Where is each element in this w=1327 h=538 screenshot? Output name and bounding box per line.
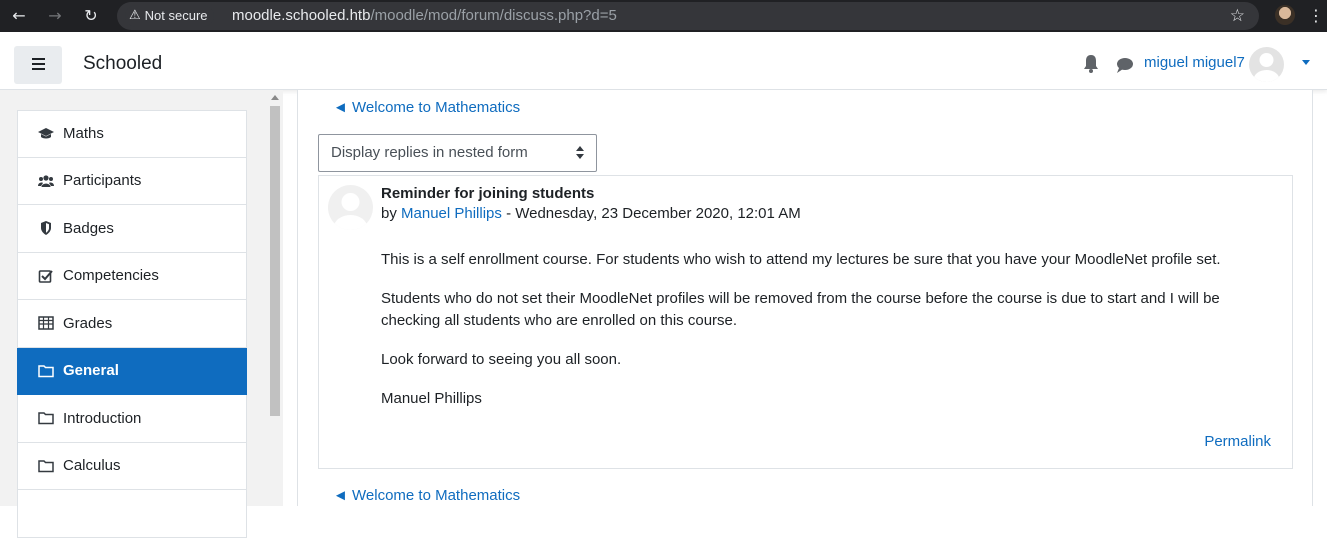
browser-toolbar: ← → ↻ ⚠ Not secure moodle.schooled.htb/m…: [0, 0, 1327, 32]
course-nav-list: Maths Participants Badges Competencies G…: [17, 110, 247, 538]
folder-icon: [38, 412, 54, 425]
address-bar[interactable]: ⚠ Not secure moodle.schooled.htb/moodle/…: [117, 2, 1259, 30]
nav-item-label: General: [63, 362, 119, 380]
chat-icon[interactable]: [1116, 56, 1134, 74]
default-user-icon: [1253, 53, 1280, 82]
user-menu-caret-icon[interactable]: [1302, 60, 1310, 65]
post-signature: Manuel Phillips: [381, 390, 482, 407]
permalink-link[interactable]: Permalink: [1204, 433, 1271, 450]
security-label: Not secure: [144, 8, 208, 23]
nav-item-participants[interactable]: Participants: [17, 157, 247, 205]
hamburger-icon-line: [32, 68, 45, 70]
nav-item-label: Participants: [63, 172, 142, 190]
post-byline: by Manuel Phillips - Wednesday, 23 Decem…: [381, 205, 801, 222]
user-menu-name[interactable]: miguel miguel7: [1144, 54, 1245, 71]
nav-item-partial[interactable]: [17, 490, 247, 538]
bookmark-star-icon[interactable]: ☆: [1230, 5, 1245, 27]
nav-item-competencies[interactable]: Competencies: [17, 252, 247, 300]
nav-item-introduction[interactable]: Introduction: [17, 395, 247, 443]
browser-menu-icon[interactable]: ⋮: [1308, 5, 1324, 27]
drawer-scroll-thumb[interactable]: [270, 106, 280, 416]
nav-drawer: Maths Participants Badges Competencies G…: [0, 90, 283, 538]
default-user-icon: [333, 193, 368, 230]
user-avatar[interactable]: [1249, 47, 1284, 82]
folder-icon: [38, 365, 54, 377]
nav-item-label: Competencies: [63, 267, 159, 285]
users-icon: [38, 175, 54, 187]
warning-icon: ⚠: [129, 8, 141, 23]
url-host: moodle.schooled.htb: [232, 7, 371, 24]
folder-icon: [38, 460, 54, 472]
site-brand[interactable]: Schooled: [83, 53, 162, 75]
security-chip[interactable]: ⚠ Not secure: [125, 5, 214, 27]
back-to-discussion-link[interactable]: ◄ Welcome to Mathematics: [333, 99, 520, 116]
scroll-up-arrow-icon[interactable]: [271, 95, 279, 100]
drawer-toggle-button[interactable]: [14, 46, 62, 84]
select-arrows-icon: [576, 146, 584, 160]
hamburger-icon: [32, 58, 45, 60]
url-text[interactable]: moodle.schooled.htb/moodle/mod/forum/dis…: [232, 2, 617, 30]
nav-item-label: Grades: [63, 314, 113, 332]
table-icon: [38, 316, 54, 330]
nav-item-label: Introduction: [63, 409, 142, 427]
nav-item-maths[interactable]: Maths: [17, 110, 247, 158]
main-content: ◄ Welcome to Mathematics Display replies…: [297, 90, 1313, 506]
post-title: Reminder for joining students: [381, 185, 595, 202]
url-path: /moodle/mod/forum/discuss.php?d=5: [370, 7, 617, 24]
graduation-cap-icon: [38, 127, 54, 139]
nav-item-badges[interactable]: Badges: [17, 205, 247, 253]
site-navbar: Schooled miguel miguel7: [0, 32, 1327, 90]
nav-item-label: Badges: [63, 219, 114, 237]
bell-icon[interactable]: [1082, 54, 1100, 74]
nav-item-grades[interactable]: Grades: [17, 300, 247, 348]
hamburger-icon-line: [32, 63, 45, 65]
back-to-discussion-link-bottom[interactable]: ◄ Welcome to Mathematics: [333, 487, 520, 504]
nav-item-calculus[interactable]: Calculus: [17, 442, 247, 490]
post-by-prefix: by: [381, 205, 397, 222]
post-paragraph: Look forward to seeing you all soon.: [381, 351, 622, 368]
forward-arrow-icon[interactable]: →: [44, 5, 66, 27]
back-arrow-icon[interactable]: ←: [8, 5, 30, 27]
post-date: - Wednesday, 23 December 2020, 12:01 AM: [501, 205, 801, 222]
author-avatar[interactable]: [328, 185, 373, 230]
post-body: This is a self enrollment course. For st…: [381, 249, 1261, 427]
post-author-link[interactable]: Manuel Phillips: [401, 205, 502, 222]
shield-icon: [41, 221, 51, 236]
display-mode-select[interactable]: Display replies in nested form: [318, 134, 597, 172]
post-paragraph: This is a self enrollment course. For st…: [381, 251, 1221, 268]
check-square-icon: [38, 269, 53, 283]
nav-item-label: Calculus: [63, 457, 121, 475]
nav-item-general[interactable]: General: [17, 347, 247, 395]
display-mode-value: Display replies in nested form: [331, 144, 528, 161]
nav-item-label: Maths: [63, 125, 104, 143]
browser-profile-avatar[interactable]: [1275, 5, 1295, 25]
forum-post: Reminder for joining students by Manuel …: [318, 175, 1293, 469]
reload-icon[interactable]: ↻: [80, 5, 102, 27]
post-paragraph: Students who do not set their MoodleNet …: [381, 290, 1220, 329]
